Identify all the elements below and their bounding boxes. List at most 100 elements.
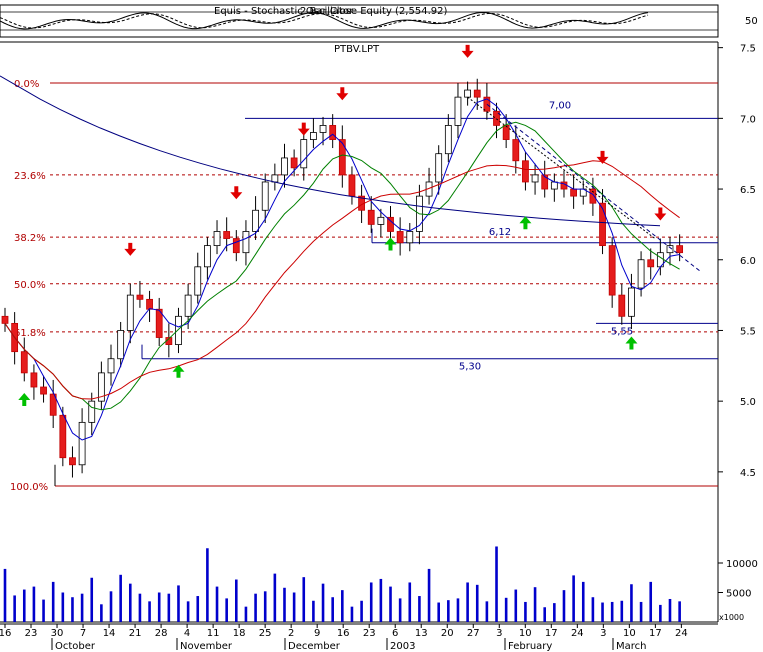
volume-bar [215,586,219,622]
sell-arrow [336,87,349,101]
price-panel: 4.5 5.0 5.5 6.0 6.5 7.0 7.5 0.0% 23.6% 38.2% 50.0%… [0,41,756,622]
fib-level-label: 61.8% [14,328,46,339]
day-tick-label: 3 [496,628,502,639]
candle [136,294,144,300]
buy-arrow [625,336,638,350]
volume-bar [418,596,421,622]
volume-bar [273,573,277,622]
candle [184,294,192,317]
ma-long-line [0,75,661,227]
volume-bar [292,592,296,622]
candle [608,245,616,296]
volume-bar [302,577,306,622]
candle [281,157,288,176]
volume-bar [447,600,450,622]
overlap-title: 2 Bar Close Equity (2,554.92) [300,6,447,17]
volume-bar [668,598,672,622]
fib-level-label: 0.0% [14,79,39,90]
volume-bar [13,595,16,622]
volume-bar [331,597,334,622]
candle [261,181,269,211]
month-label: March [616,641,646,652]
volume-bar [119,574,122,622]
day-tick-label: 9 [314,628,320,639]
volume-bar [659,604,662,622]
price-tick-label: 7.5 [740,44,756,55]
price-tick-label: 5.0 [740,397,756,408]
candle [319,125,327,133]
volume-bar [678,601,681,622]
day-tick-label: 28 [155,628,168,639]
day-tick-label: 16 [0,628,11,639]
day-tick-label: 3 [600,628,606,639]
volume-bar [312,600,315,622]
day-tick-label: 24 [571,628,584,639]
candle [531,174,539,183]
volume-bar [524,601,527,622]
day-tick-label: 23 [25,628,38,639]
month-label: October [55,641,96,652]
price-tick-label: 6.0 [740,256,756,267]
candle [435,153,443,183]
candle [59,414,67,459]
candle [618,294,626,317]
volume-bar [427,568,431,622]
day-tick-label: 23 [363,628,376,639]
day-tick-label: 2 [288,628,294,639]
candle [194,266,202,296]
volume-bar [263,591,267,622]
day-tick-label: 6 [392,628,398,639]
buy-arrow [384,237,397,251]
candle [88,400,96,423]
month-label: February [508,641,552,652]
candle [78,421,86,466]
sell-arrow [461,44,474,58]
volume-unit-label: x1000 [719,613,744,622]
volume-bar [186,601,190,622]
day-tick-label: 4 [184,628,190,639]
volume-bar [591,597,595,622]
sell-arrow [124,242,137,256]
fib-level-label: 23.6% [14,171,46,182]
day-tick-label: 21 [129,628,142,639]
candle [290,157,298,169]
price-tick-label: 6.5 [740,185,756,196]
volume-bar [504,597,508,622]
candle [454,96,462,126]
volume-bar [630,584,633,622]
volume-bar [610,601,614,622]
candle [666,245,674,254]
fib-level-label: 100.0% [10,482,48,493]
day-tick-label: 24 [675,628,688,639]
candle [175,315,182,345]
candle [30,372,38,388]
volume-bar [177,585,180,622]
candle [69,457,76,466]
volume-bar [244,606,248,622]
candle [348,174,356,197]
sell-arrow [297,122,310,136]
volume-bar [601,602,604,622]
buy-arrow [172,364,185,378]
sell-arrow [596,150,609,164]
day-tick-label: 16 [337,628,350,639]
day-tick-label: 17 [545,628,558,639]
support-label: 5,55 [611,326,633,337]
volume-bar [369,582,373,622]
candle [473,89,481,98]
candle [329,125,337,140]
volume-bar [379,578,383,622]
volume-bar [341,590,344,622]
candle [146,298,153,310]
candle [550,181,558,190]
volume-bar [71,597,74,622]
volume-bar [235,579,238,622]
candle [676,245,684,254]
volume-bar [456,598,460,622]
fib-level-label: 50.0% [14,280,46,291]
volume-bar [533,587,537,622]
candle [107,358,115,374]
sell-arrow [230,186,243,200]
fib-level-label: 38.2% [14,233,46,244]
price-tick-label: 7.0 [740,114,756,125]
